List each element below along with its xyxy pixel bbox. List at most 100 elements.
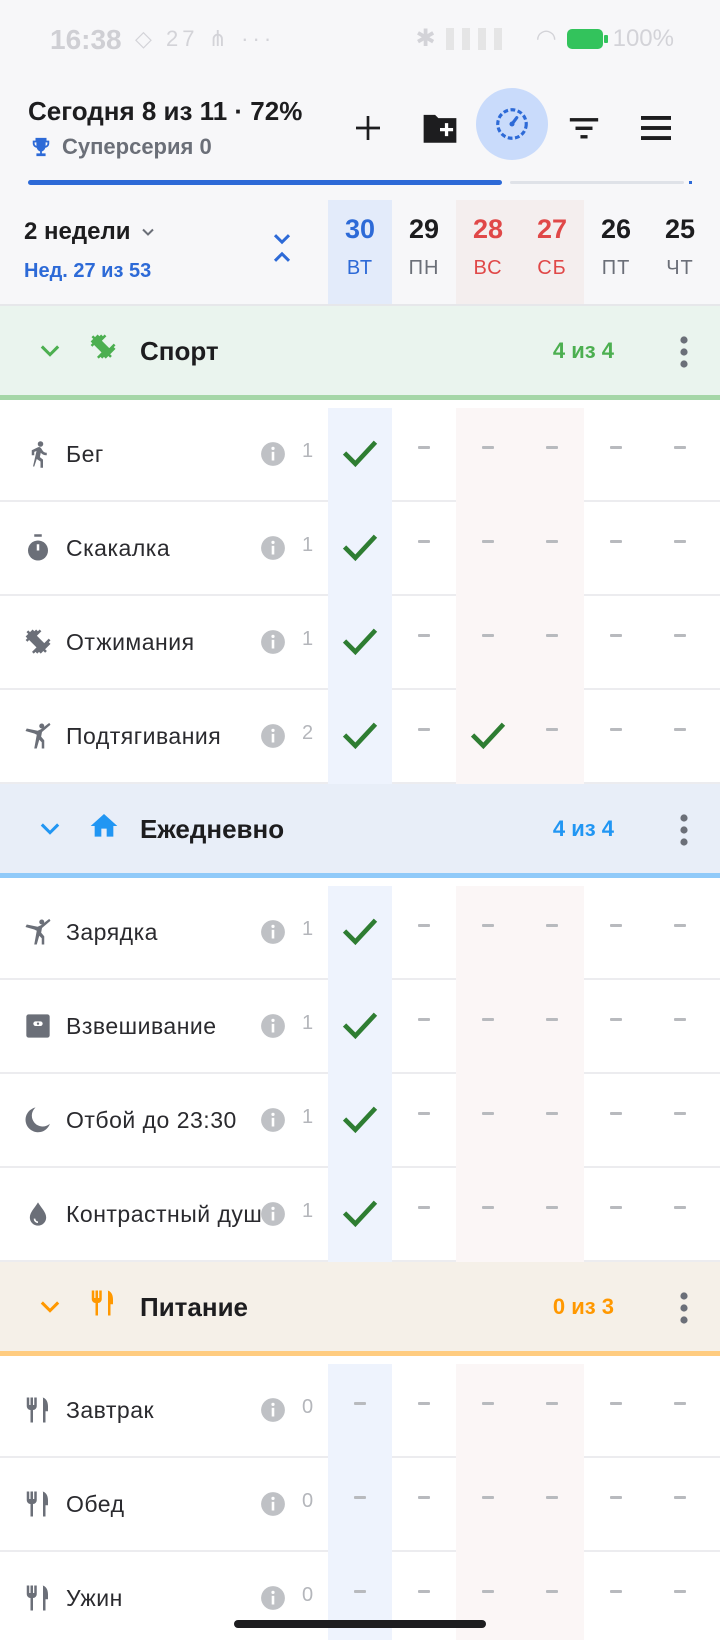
empty-cell[interactable]: [328, 1458, 392, 1552]
empty-cell[interactable]: [456, 980, 520, 1074]
empty-cell[interactable]: [392, 408, 456, 502]
empty-cell[interactable]: [520, 596, 584, 690]
timer-mode-button[interactable]: [476, 88, 548, 160]
add-group-button[interactable]: [404, 92, 476, 164]
empty-cell[interactable]: [456, 408, 520, 502]
day-column-2[interactable]: 28 ВС: [456, 200, 520, 304]
empty-cell[interactable]: [520, 690, 584, 784]
check-cell[interactable]: [328, 502, 392, 596]
empty-cell[interactable]: [392, 502, 456, 596]
empty-cell[interactable]: [648, 1458, 712, 1552]
empty-cell[interactable]: [648, 1168, 712, 1262]
empty-cell[interactable]: [584, 1364, 648, 1458]
habit-row[interactable]: Взвешивание 1: [0, 980, 720, 1074]
empty-cell[interactable]: [584, 886, 648, 980]
empty-cell[interactable]: [456, 596, 520, 690]
empty-cell[interactable]: [584, 690, 648, 784]
group-header[interactable]: Питание 0 из 3: [0, 1262, 720, 1356]
info-icon[interactable]: [260, 1397, 286, 1428]
day-column-1[interactable]: 29 ПН: [392, 200, 456, 304]
range-selector[interactable]: 2 недели: [24, 218, 158, 246]
more-vert-icon[interactable]: [678, 1290, 690, 1331]
check-cell[interactable]: [456, 690, 520, 784]
empty-cell[interactable]: [584, 1074, 648, 1168]
habit-row[interactable]: Бег 1: [0, 408, 720, 502]
empty-cell[interactable]: [584, 1168, 648, 1262]
check-cell[interactable]: [328, 690, 392, 784]
empty-cell[interactable]: [648, 690, 712, 784]
group-header[interactable]: Спорт 4 из 4: [0, 306, 720, 400]
empty-cell[interactable]: [392, 690, 456, 784]
collapse-all-button[interactable]: [268, 230, 296, 271]
habit-row[interactable]: Обед 0: [0, 1458, 720, 1552]
info-icon[interactable]: [260, 919, 286, 950]
empty-cell[interactable]: [648, 408, 712, 502]
empty-cell[interactable]: [520, 1552, 584, 1640]
info-icon[interactable]: [260, 1585, 286, 1616]
empty-cell[interactable]: [392, 1458, 456, 1552]
more-vert-icon[interactable]: [678, 812, 690, 853]
habit-row[interactable]: Контрастный душ 1: [0, 1168, 720, 1262]
group-header[interactable]: Ежедневно 4 из 4: [0, 784, 720, 878]
empty-cell[interactable]: [328, 1364, 392, 1458]
habit-row[interactable]: Отжимания 1: [0, 596, 720, 690]
empty-cell[interactable]: [392, 1168, 456, 1262]
info-icon[interactable]: [260, 629, 286, 660]
habit-row[interactable]: Скакалка 1: [0, 502, 720, 596]
empty-cell[interactable]: [520, 886, 584, 980]
chevron-down-icon[interactable]: [36, 814, 64, 847]
check-cell[interactable]: [328, 408, 392, 502]
info-icon[interactable]: [260, 1201, 286, 1232]
empty-cell[interactable]: [392, 596, 456, 690]
check-cell[interactable]: [328, 886, 392, 980]
day-column-0[interactable]: 30 ВТ: [328, 200, 392, 304]
empty-cell[interactable]: [392, 1364, 456, 1458]
empty-cell[interactable]: [584, 1552, 648, 1640]
info-icon[interactable]: [260, 1491, 286, 1522]
empty-cell[interactable]: [584, 596, 648, 690]
empty-cell[interactable]: [392, 1074, 456, 1168]
empty-cell[interactable]: [648, 502, 712, 596]
habit-row[interactable]: Отбой до 23:30 1: [0, 1074, 720, 1168]
add-habit-button[interactable]: [332, 92, 404, 164]
empty-cell[interactable]: [648, 1552, 712, 1640]
day-column-5[interactable]: 25 ЧТ: [648, 200, 712, 304]
empty-cell[interactable]: [584, 502, 648, 596]
day-column-3[interactable]: 27 СБ: [520, 200, 584, 304]
gesture-nav-handle[interactable]: [234, 1620, 486, 1628]
habit-row[interactable]: Зарядка 1: [0, 886, 720, 980]
habit-row[interactable]: Подтягивания 2: [0, 690, 720, 784]
empty-cell[interactable]: [456, 1074, 520, 1168]
empty-cell[interactable]: [456, 1458, 520, 1552]
check-cell[interactable]: [328, 596, 392, 690]
check-cell[interactable]: [328, 980, 392, 1074]
info-icon[interactable]: [260, 1013, 286, 1044]
empty-cell[interactable]: [584, 408, 648, 502]
empty-cell[interactable]: [392, 886, 456, 980]
chevron-down-icon[interactable]: [36, 1292, 64, 1325]
empty-cell[interactable]: [520, 502, 584, 596]
empty-cell[interactable]: [456, 502, 520, 596]
empty-cell[interactable]: [520, 1458, 584, 1552]
empty-cell[interactable]: [520, 980, 584, 1074]
filter-button[interactable]: [548, 92, 620, 164]
empty-cell[interactable]: [456, 886, 520, 980]
menu-button[interactable]: [620, 92, 692, 164]
info-icon[interactable]: [260, 723, 286, 754]
more-vert-icon[interactable]: [678, 334, 690, 375]
empty-cell[interactable]: [392, 980, 456, 1074]
empty-cell[interactable]: [520, 1168, 584, 1262]
empty-cell[interactable]: [648, 1364, 712, 1458]
empty-cell[interactable]: [648, 1074, 712, 1168]
habit-row[interactable]: Завтрак 0: [0, 1364, 720, 1458]
day-column-4[interactable]: 26 ПТ: [584, 200, 648, 304]
empty-cell[interactable]: [584, 980, 648, 1074]
info-icon[interactable]: [260, 1107, 286, 1138]
empty-cell[interactable]: [648, 886, 712, 980]
check-cell[interactable]: [328, 1168, 392, 1262]
empty-cell[interactable]: [520, 1074, 584, 1168]
info-icon[interactable]: [260, 441, 286, 472]
empty-cell[interactable]: [456, 1364, 520, 1458]
check-cell[interactable]: [328, 1074, 392, 1168]
empty-cell[interactable]: [648, 596, 712, 690]
